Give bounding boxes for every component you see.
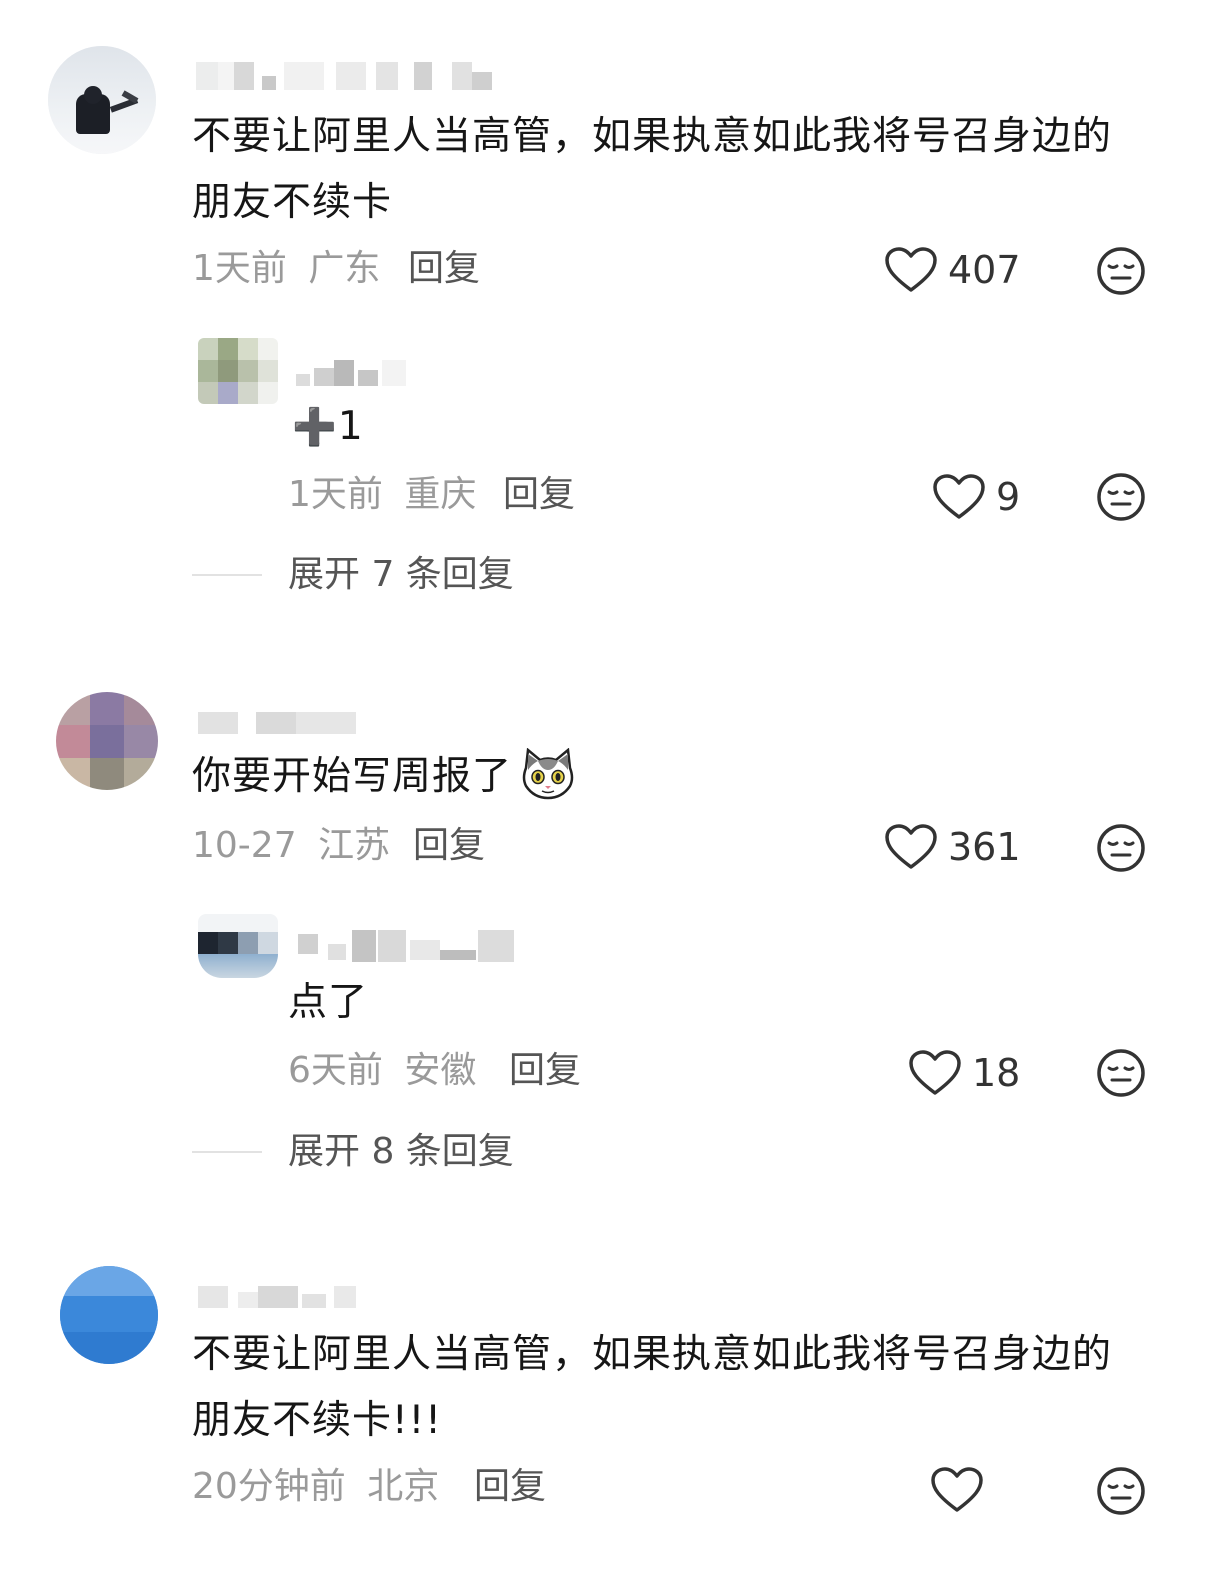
dislike-button[interactable] (1096, 1466, 1146, 1520)
expand-replies-button[interactable]: 展开 7 条回复 (288, 552, 514, 598)
like-count: 18 (972, 1051, 1021, 1095)
reply-button[interactable]: 回复 (474, 1464, 546, 1510)
like-button[interactable] (930, 1466, 994, 1514)
reply-text-value: 1 (337, 404, 364, 449)
username-blurred[interactable] (296, 360, 416, 386)
comment-meta: 1天前 广东 (192, 246, 380, 292)
avatar[interactable] (56, 692, 158, 790)
avatar[interactable] (60, 1266, 158, 1364)
username-blurred[interactable] (196, 62, 496, 90)
comment-text-line: 你要开始写周报了 (192, 754, 513, 799)
expand-replies-button[interactable]: 展开 8 条回复 (288, 1129, 514, 1175)
reply-text-value: 点了 (288, 980, 369, 1025)
reply-button[interactable]: 回复 (408, 246, 480, 292)
comment-text-line: 朋友不续卡 (192, 180, 393, 225)
meh-face-icon (1097, 824, 1145, 872)
like-button[interactable]: 18 (908, 1049, 1020, 1097)
like-count: 407 (948, 248, 1021, 292)
comment-location: 北京 (367, 1466, 440, 1507)
comment-text-line: 不要让阿里人当高管，如果执意如此我将号召身边的 (192, 1332, 1113, 1377)
like-button[interactable]: 9 (932, 473, 1020, 521)
reply-text: ➕1 (292, 394, 364, 461)
reply-meta: 6天前 安徽 (288, 1048, 476, 1094)
dislike-button[interactable] (1096, 823, 1146, 877)
reply-time: 1天前 (288, 474, 383, 515)
username-blurred[interactable] (198, 1286, 358, 1308)
comment-time: 10-27 (192, 825, 297, 866)
meh-face-icon (1097, 1049, 1145, 1097)
dislike-button[interactable] (1096, 472, 1146, 526)
username-blurred[interactable] (198, 712, 358, 734)
reply-text: 点了 (288, 970, 368, 1036)
comment-time: 20分钟前 (192, 1466, 346, 1507)
comment-text: 不要让阿里人当高管，如果执意如此我将号召身边的 朋友不续卡 (192, 104, 1152, 236)
reply-time: 6天前 (288, 1050, 383, 1091)
heart-outline-icon (931, 1467, 983, 1512)
meh-face-icon (1097, 247, 1145, 295)
comment-time: 1天前 (192, 248, 287, 289)
reply-location: 重庆 (404, 474, 477, 515)
username-blurred[interactable] (298, 930, 516, 962)
like-button[interactable]: 361 (884, 823, 1021, 871)
reply-meta: 1天前 重庆 (288, 472, 476, 518)
comment-text-line: 朋友不续卡!!! (192, 1398, 442, 1443)
comment-location: 广东 (308, 248, 381, 289)
meh-face-icon (1097, 1467, 1145, 1515)
comment-location: 江苏 (318, 825, 391, 866)
reply-location: 安徽 (404, 1050, 477, 1091)
expand-divider (192, 574, 262, 576)
avatar[interactable] (48, 46, 156, 154)
heart-outline-icon (933, 474, 985, 519)
reply-button[interactable]: 回复 (503, 472, 575, 518)
avatar[interactable] (198, 338, 278, 404)
plus-emoji: ➕ (292, 407, 338, 448)
cat-face-emoji (520, 747, 576, 804)
comment-text: 你要开始写周报了 (192, 744, 512, 810)
reply-button[interactable]: 回复 (509, 1048, 581, 1094)
heart-outline-icon (885, 824, 937, 869)
heart-outline-icon (885, 247, 937, 292)
dislike-button[interactable] (1096, 246, 1146, 300)
avatar[interactable] (198, 914, 278, 978)
reply-button[interactable]: 回复 (413, 823, 485, 869)
like-count: 9 (996, 475, 1021, 519)
meh-face-icon (1097, 473, 1145, 521)
dislike-button[interactable] (1096, 1048, 1146, 1102)
like-button[interactable]: 407 (884, 246, 1021, 294)
heart-outline-icon (909, 1050, 961, 1095)
expand-divider (192, 1151, 262, 1153)
comment-meta: 10-27 江苏 (192, 823, 390, 869)
like-count: 361 (948, 825, 1021, 869)
comment-text-line: 不要让阿里人当高管，如果执意如此我将号召身边的 (192, 114, 1113, 159)
comment-meta: 20分钟前 北京 (192, 1464, 439, 1510)
comment-text: 不要让阿里人当高管，如果执意如此我将号召身边的 朋友不续卡!!! (192, 1322, 1152, 1454)
